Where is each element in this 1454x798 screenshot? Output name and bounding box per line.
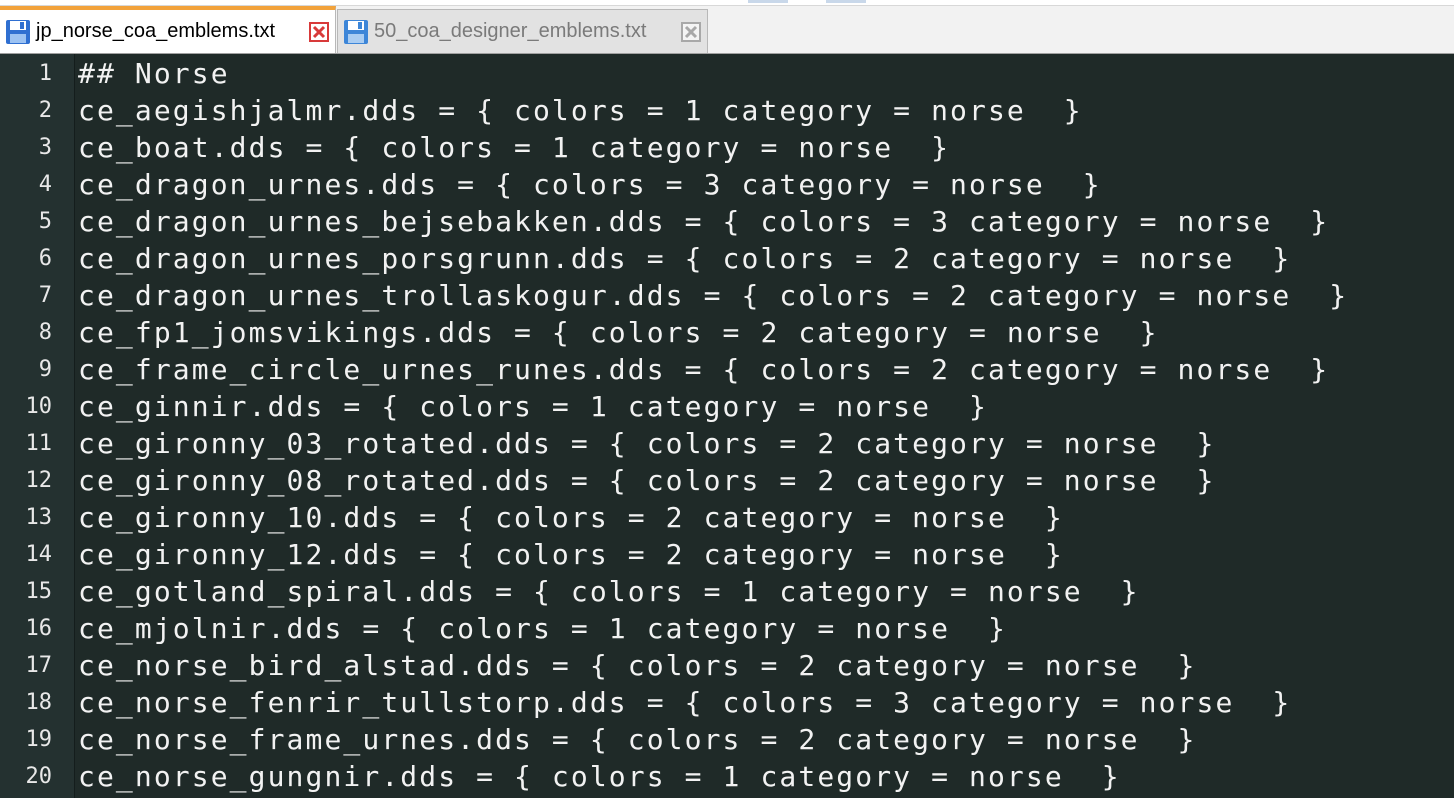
code-line[interactable]: ce_aegishjalmr.dds = { colors = 1 catego… <box>78 92 1083 129</box>
code-line[interactable]: ce_gotland_spiral.dds = { colors = 1 cat… <box>78 573 1140 610</box>
code-line[interactable]: ce_gironny_12.dds = { colors = 2 categor… <box>78 536 1064 573</box>
notepad-window: jp_norse_coa_emblems.txt 50_coa_designer… <box>0 0 1454 798</box>
code-line[interactable]: ce_norse_fenrir_tullstorp.dds = { colors… <box>78 684 1291 721</box>
tab-50-coa-designer-emblems[interactable]: 50_coa_designer_emblems.txt <box>337 9 708 53</box>
line-number: 15 <box>25 579 53 604</box>
code-line[interactable]: ce_gironny_10.dds = { colors = 2 categor… <box>78 499 1064 536</box>
line-number: 18 <box>25 690 53 715</box>
line-number: 2 <box>38 98 52 123</box>
code-line[interactable]: ce_gironny_08_rotated.dds = { colors = 2… <box>78 462 1215 499</box>
tab-label: jp_norse_coa_emblems.txt <box>36 20 276 42</box>
code-line[interactable]: ce_norse_bird_alstad.dds = { colors = 2 … <box>78 647 1197 684</box>
line-number: 19 <box>25 727 53 752</box>
line-number: 6 <box>38 246 52 271</box>
code-line[interactable]: ce_frame_circle_urnes_runes.dds = { colo… <box>78 351 1329 388</box>
line-number: 8 <box>38 320 52 345</box>
code-line[interactable]: ce_norse_gungnir.dds = { colors = 1 cate… <box>78 758 1121 795</box>
line-number: 5 <box>38 209 52 234</box>
code-line[interactable]: ce_gironny_03_rotated.dds = { colors = 2… <box>78 425 1215 462</box>
line-number-gutter: 1 2 3 4 5 6 7 8 9 10 11 12 13 14 15 16 17 18 19 20 <box>0 54 75 798</box>
line-number: 13 <box>25 505 53 530</box>
line-number: 17 <box>25 653 53 678</box>
code-line[interactable]: ## Norse <box>78 55 230 92</box>
save-icon <box>6 19 30 44</box>
code-line[interactable]: ce_norse_frame_urnes.dds = { colors = 2 … <box>78 721 1197 758</box>
line-number: 7 <box>38 283 52 308</box>
code-line[interactable]: ce_mjolnir.dds = { colors = 1 category =… <box>78 610 1007 647</box>
line-number: 1 <box>38 61 52 86</box>
line-number: 4 <box>38 172 52 197</box>
close-icon[interactable] <box>681 21 701 42</box>
code-line[interactable]: ce_ginnir.dds = { colors = 1 category = … <box>78 388 988 425</box>
code-area[interactable]: ## Norse ce_aegishjalmr.dds = { colors = … <box>78 54 1454 798</box>
tab-bar: jp_norse_coa_emblems.txt 50_coa_designer… <box>0 0 1454 54</box>
code-line[interactable]: ce_dragon_urnes_porsgrunn.dds = { colors… <box>78 240 1291 277</box>
tab-label: 50_coa_designer_emblems.txt <box>374 20 647 42</box>
line-number: 9 <box>38 357 52 382</box>
save-icon <box>344 19 368 44</box>
line-number: 16 <box>25 616 53 641</box>
line-number: 10 <box>25 394 53 419</box>
line-number: 3 <box>38 135 52 160</box>
tab-jp-norse-coa-emblems[interactable]: jp_norse_coa_emblems.txt <box>0 6 336 53</box>
toolbar-button-stub[interactable] <box>826 0 866 3</box>
line-number: 11 <box>25 431 53 456</box>
code-line[interactable]: ce_dragon_urnes.dds = { colors = 3 categ… <box>78 166 1102 203</box>
text-editor[interactable]: 1 2 3 4 5 6 7 8 9 10 11 12 13 14 15 16 17 18 19 20 ## Norse… <box>0 54 1454 798</box>
line-number: 14 <box>25 542 53 567</box>
line-number: 20 <box>25 764 53 789</box>
toolbar-button-stub[interactable] <box>748 0 788 3</box>
close-icon[interactable] <box>309 21 329 42</box>
code-line[interactable]: ce_boat.dds = { colors = 1 category = no… <box>78 129 950 166</box>
code-line[interactable]: ce_dragon_urnes_bejsebakken.dds = { colo… <box>78 203 1329 240</box>
line-number: 12 <box>25 468 53 493</box>
code-line[interactable]: ce_dragon_urnes_trollaskogur.dds = { col… <box>78 277 1348 314</box>
code-line[interactable]: ce_fp1_jomsvikings.dds = { colors = 2 ca… <box>78 314 1159 351</box>
